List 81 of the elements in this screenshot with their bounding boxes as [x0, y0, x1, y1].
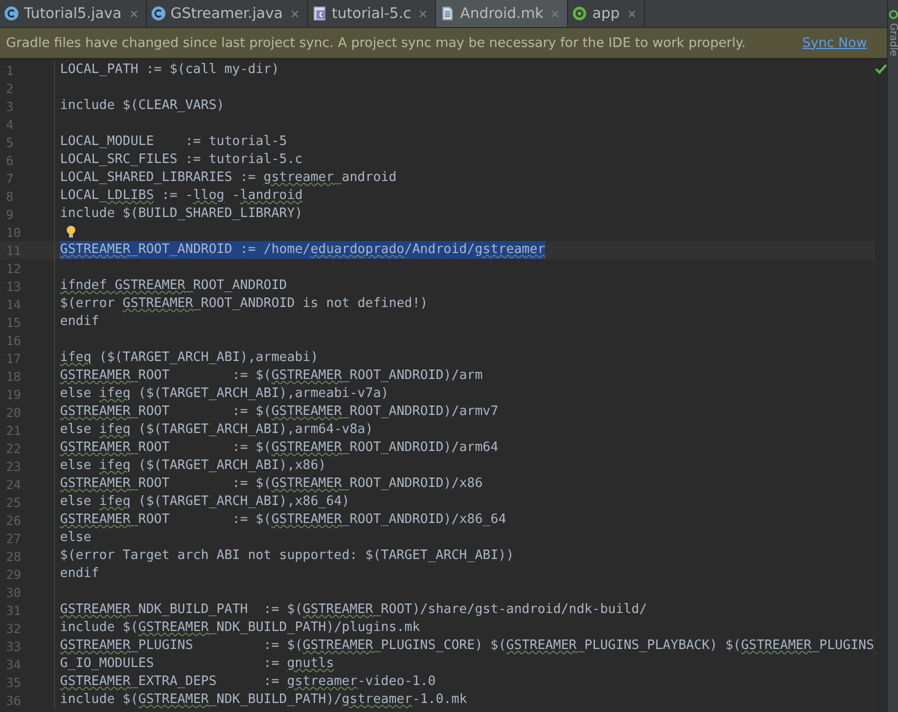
file-icon	[440, 6, 456, 21]
line-number: 26	[5, 512, 22, 528]
code-line: ifeq ($(TARGET_ARCH_ABI),armeabi)	[60, 349, 318, 367]
line-number: 33	[5, 638, 22, 654]
line-number: 34	[5, 656, 22, 672]
code-line: GSTREAMER_PLUGINS := $(GSTREAMER_PLUGINS_CORE) $(GSTREAMER_PLUGINS_PLAYBACK) $(GSTREAMER_PLUGINS	[60, 637, 874, 655]
close-icon[interactable]	[628, 10, 636, 18]
line-number: 12	[5, 260, 22, 276]
code-line: GSTREAMER_EXTRA_DEPS := gstreamer-video-1.0	[60, 673, 436, 691]
line-number: 13	[5, 278, 22, 294]
line-number: 15	[5, 314, 22, 330]
line-number: 30	[5, 584, 22, 600]
editor-tab[interactable]: Tutorial5.java	[0, 0, 147, 27]
line-number: 35	[5, 674, 22, 690]
code-line: endif	[60, 313, 100, 331]
line-number: 7	[5, 170, 15, 186]
line-number: 27	[5, 530, 22, 546]
code-line: LOCAL_MODULE := tutorial-5	[60, 133, 287, 151]
line-number: 16	[5, 332, 22, 348]
close-icon[interactable]	[130, 10, 138, 18]
code-line: LOCAL_PATH := $(call my-dir)	[60, 61, 280, 79]
line-number: 25	[5, 494, 22, 510]
line-number: 1	[5, 62, 15, 78]
check-icon	[875, 63, 888, 75]
code-line: endif	[60, 565, 100, 583]
code-line: G_IO_MODULES := gnutls	[60, 655, 334, 673]
line-number: 9	[5, 206, 15, 222]
code-line: GSTREAMER_ROOT := $(GSTREAMER_ROOT_ANDROID)/x86_64	[60, 511, 506, 529]
close-icon[interactable]	[290, 10, 299, 18]
line-number: 10	[5, 224, 22, 240]
line-number: 20	[5, 404, 22, 420]
code-line: include $(BUILD_SHARED_LIBRARY)	[60, 205, 303, 223]
code-line: include $(GSTREAMER_NDK_BUILD_PATH)/gstreamer-1.0.mk	[60, 691, 468, 709]
code-line: $(error Target arch ABI not supported: $(TARGET_ARCH_ABI))	[60, 547, 514, 565]
code-line: else ifeq ($(TARGET_ARCH_ABI),x86)	[60, 457, 326, 475]
line-number: 29	[5, 566, 22, 582]
code-line: LOCAL_LDLIBS := -llog -landroid	[60, 187, 303, 205]
line-number: 17	[5, 350, 22, 366]
line-number: 14	[5, 296, 22, 312]
line-number: 8	[5, 188, 15, 204]
code-line: include $(GSTREAMER_NDK_BUILD_PATH)/plugins.mk	[60, 619, 420, 637]
line-number: 5	[5, 134, 15, 150]
code-line: else ifeq ($(TARGET_ARCH_ABI),x86_64)	[60, 493, 350, 511]
line-number: 2	[5, 80, 15, 96]
line-number: 23	[5, 458, 22, 474]
code-line: LOCAL_SHARED_LIBRARIES := gstreamer_android	[60, 169, 397, 187]
line-number: 24	[5, 476, 22, 492]
line-number: 22	[5, 440, 22, 456]
line-number: 21	[5, 422, 22, 438]
code-line: LOCAL_SRC_FILES := tutorial-5.c	[60, 151, 303, 169]
line-number: 4	[5, 116, 15, 132]
line-number: 6	[5, 152, 15, 168]
line-number: 32	[5, 620, 22, 636]
c-file-icon	[312, 6, 327, 21]
editor-tab[interactable]: app	[568, 0, 645, 27]
code-line: GSTREAMER_ROOT := $(GSTREAMER_ROOT_ANDROID)/armv7	[60, 403, 498, 421]
notification-message: Gradle files have changed since last project sync. A project sync may be necessary for the IDE to work properly.	[6, 36, 747, 50]
code-line: GSTREAMER_ROOT := $(GSTREAMER_ROOT_ANDROID)/arm64	[60, 439, 498, 457]
code-line: GSTREAMER_NDK_BUILD_PATH := $(GSTREAMER_ROOT)/share/gst-android/ndk-build/	[60, 601, 648, 619]
code-line: $(error GSTREAMER_ROOT_ANDROID is not defined!)	[60, 295, 428, 313]
module-icon	[572, 6, 588, 21]
line-number: 19	[5, 386, 22, 402]
close-icon[interactable]	[551, 10, 560, 18]
code-line: else ifeq ($(TARGET_ARCH_ABI),armeabi-v7a)	[60, 385, 389, 403]
code-line: GSTREAMER_ROOT := $(GSTREAMER_ROOT_ANDROID)/arm	[60, 367, 483, 385]
code-line: GSTREAMER_ROOT := $(GSTREAMER_ROOT_ANDROID)/x86	[60, 475, 483, 493]
code-line: else	[60, 529, 92, 547]
class-icon	[4, 6, 19, 21]
line-number: 3	[5, 98, 15, 114]
line-number: 36	[5, 692, 22, 708]
code-line: ifndef GSTREAMER_ROOT_ANDROID	[60, 277, 287, 295]
editor-tab[interactable]: GStreamer.java	[146, 0, 308, 27]
close-icon[interactable]	[419, 10, 428, 18]
line-number: 18	[5, 368, 22, 384]
editor-tab[interactable]: Android.mk	[436, 0, 568, 27]
lightbulb-icon[interactable]	[66, 225, 76, 239]
code-line: include $(CLEAR_VARS)	[60, 97, 224, 115]
line-number: 28	[5, 548, 22, 564]
code-line: else ifeq ($(TARGET_ARCH_ABI),arm64-v8a)	[60, 421, 374, 439]
line-number: 31	[5, 602, 22, 618]
class-icon	[150, 6, 166, 21]
